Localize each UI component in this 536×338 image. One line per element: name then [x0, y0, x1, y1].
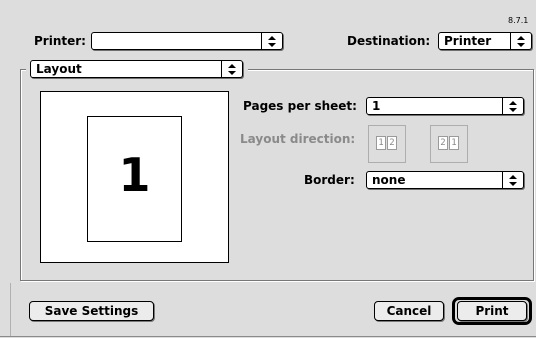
panel-popup[interactable]: Layout: [30, 60, 243, 78]
preview-page-number: 1: [118, 148, 151, 202]
up-down-arrows-icon: [509, 101, 517, 112]
preview-page: 1: [87, 116, 182, 242]
window-edge-bottom: [0, 336, 536, 337]
pages-per-sheet-label: Pages per sheet:: [243, 99, 357, 113]
destination-label: Destination:: [347, 34, 431, 48]
cancel-button[interactable]: Cancel: [374, 301, 444, 321]
border-popup[interactable]: none: [366, 171, 524, 189]
ltr-left-page: 1: [376, 136, 386, 150]
layout-preview: 1: [40, 91, 229, 263]
destination-popup[interactable]: Printer: [438, 32, 532, 50]
ltr-right-page: 2: [387, 136, 397, 150]
up-down-arrows-icon: [517, 36, 525, 47]
layout-direction-ltr-icon[interactable]: 1 2: [368, 125, 406, 163]
border-popup-value: none: [372, 173, 406, 187]
printer-popup[interactable]: [91, 32, 283, 50]
up-down-arrows-icon: [268, 36, 276, 47]
version-label: 8.7.1: [508, 16, 529, 25]
up-down-arrows-icon: [509, 175, 517, 186]
rtl-right-page: 1: [449, 136, 459, 150]
border-label: Border:: [304, 173, 355, 187]
save-settings-button[interactable]: Save Settings: [29, 301, 154, 321]
window-edge-left: [10, 283, 11, 336]
printer-label: Printer:: [34, 34, 86, 48]
layout-direction-label: Layout direction:: [240, 132, 356, 146]
destination-popup-value: Printer: [444, 34, 492, 48]
rtl-left-page: 2: [438, 136, 448, 150]
panel-popup-value: Layout: [36, 62, 82, 76]
print-button[interactable]: Print: [457, 301, 527, 321]
pages-per-sheet-value: 1: [372, 99, 381, 113]
layout-direction-rtl-icon[interactable]: 2 1: [430, 125, 468, 163]
pages-per-sheet-popup[interactable]: 1: [366, 97, 524, 115]
up-down-arrows-icon: [228, 64, 236, 75]
